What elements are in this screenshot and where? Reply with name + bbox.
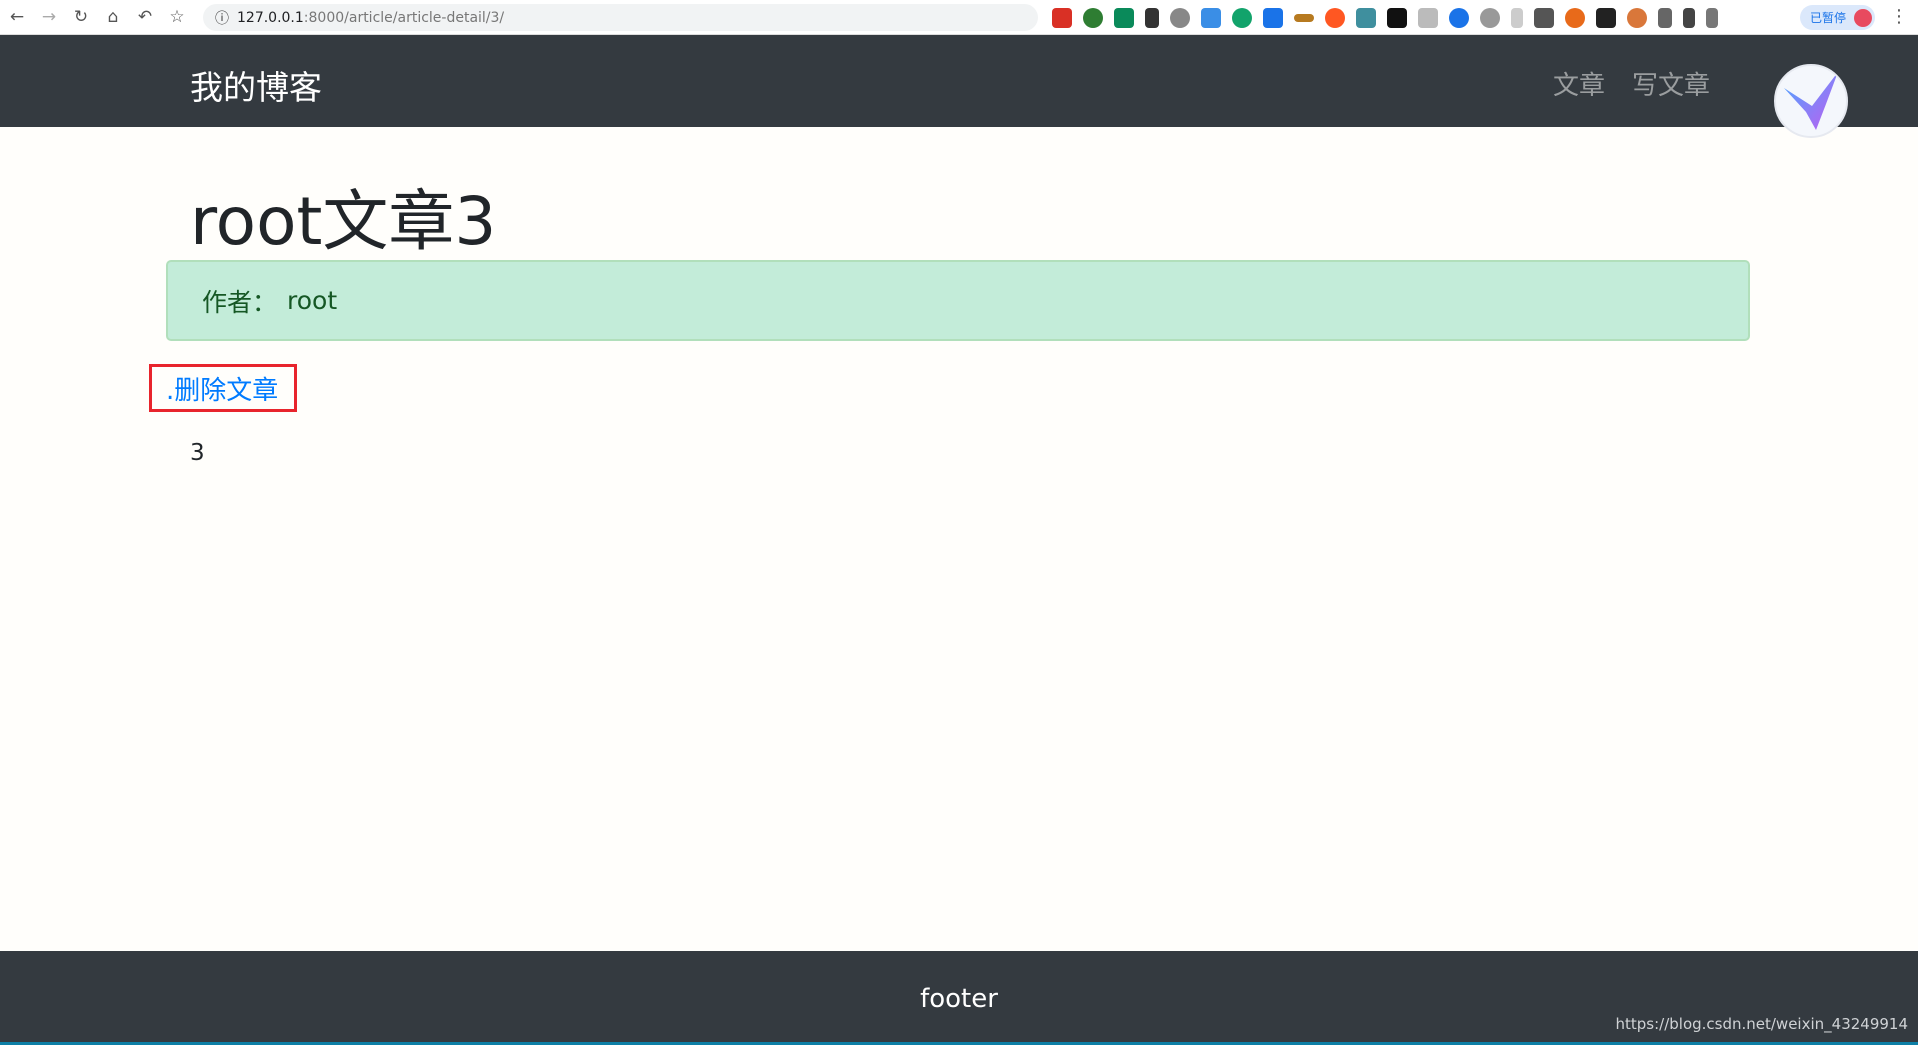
navbar: 我的博客 文章 写文章 [0,35,1918,127]
back-icon[interactable]: ← [2,7,32,27]
url-path: :8000/article/article-detail/3/ [303,9,505,26]
scissors-icon[interactable] [1145,8,1159,28]
extension-icon[interactable] [1387,8,1407,28]
extension-icon[interactable] [1356,8,1376,28]
extension-icon[interactable] [1565,8,1585,28]
url-host: 127.0.0.1 [237,9,304,26]
extension-icon[interactable] [1596,8,1616,28]
profile-avatar [1854,8,1873,27]
extension-icon[interactable] [1263,8,1283,28]
author-label: 作者： [202,287,278,317]
nav-write-article[interactable]: 写文章 [1632,65,1710,102]
extension-icon[interactable] [1449,8,1469,28]
undo-icon[interactable]: ↶ [130,7,160,27]
menu-icon[interactable]: ⋮ [1890,6,1908,27]
forward-icon[interactable]: → [34,7,64,27]
bookmark-star-icon[interactable]: ☆ [162,7,192,27]
brand-link[interactable]: 我的博客 [190,61,322,109]
paused-label: 已暂停 [1810,11,1847,25]
extensions [1052,8,1718,28]
profile-paused-button[interactable]: 已暂停 [1800,5,1875,30]
extension-icon[interactable] [1201,8,1221,28]
crop-icon[interactable] [1658,8,1672,28]
footer-text: footer [920,984,998,1014]
extension-icon[interactable] [1418,8,1438,28]
article-title: root文章3 [190,183,497,260]
home-icon[interactable]: ⌂ [98,7,128,27]
history-icon[interactable] [1170,8,1190,28]
glasses-icon[interactable] [1294,14,1314,22]
cloud-icon[interactable] [1480,8,1500,28]
delete-article-link[interactable]: .删除文章 [149,364,297,412]
extension-icon[interactable] [1325,8,1345,28]
watermark: https://blog.csdn.net/weixin_43249914 [1615,1015,1908,1033]
extension-icon[interactable] [1083,8,1103,28]
author-name: root [287,286,338,315]
nav-articles[interactable]: 文章 [1553,65,1605,102]
avatar[interactable] [1774,64,1848,138]
reload-icon[interactable]: ↻ [66,7,96,27]
extension-icon[interactable] [1232,8,1252,28]
browser-toolbar: ← → ↻ ⌂ ↶ ☆ ⓘ 127.0.0.1:8000/article/art… [0,0,1918,35]
footer: footer https://blog.csdn.net/weixin_4324… [0,951,1918,1045]
more-extensions-icon[interactable] [1706,8,1718,28]
extension-icon[interactable] [1052,8,1072,28]
extension-icon[interactable] [1534,8,1554,28]
info-icon: ⓘ [215,10,229,27]
extension-icon[interactable] [1114,8,1134,28]
check-icon[interactable] [1511,8,1523,28]
extension-icon[interactable] [1627,8,1647,28]
address-bar[interactable]: ⓘ 127.0.0.1:8000/article/article-detail/… [203,4,1038,31]
volume-icon[interactable] [1683,8,1695,28]
article-body: 3 [190,440,205,466]
bird-logo-icon [1784,72,1838,130]
author-alert: 作者： root [166,260,1750,341]
